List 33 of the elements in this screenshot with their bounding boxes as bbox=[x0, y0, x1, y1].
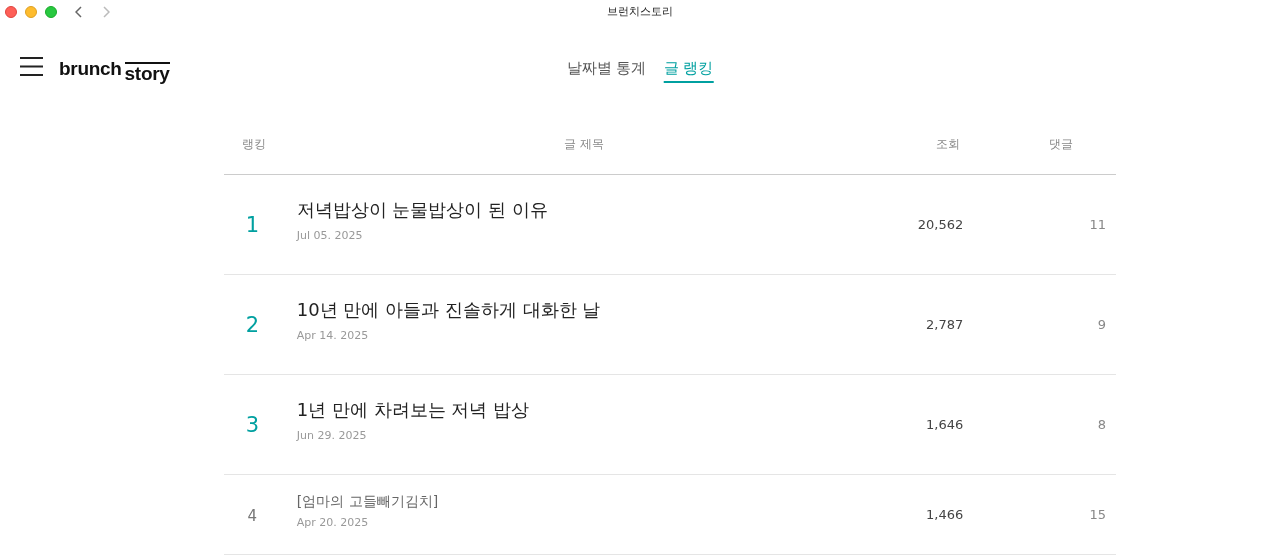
rank-number: 4 bbox=[246, 506, 259, 528]
comment-count: 8 bbox=[1096, 415, 1107, 434]
post-date: Apr 20. 2025 bbox=[296, 515, 370, 532]
back-icon[interactable] bbox=[75, 6, 83, 18]
maximize-window-button[interactable] bbox=[45, 6, 57, 18]
view-count: 20,562 bbox=[916, 215, 964, 234]
comment-count: 15 bbox=[1088, 505, 1107, 524]
post-date: Jun 29. 2025 bbox=[296, 428, 368, 445]
column-header: 랭킹 bbox=[241, 136, 267, 153]
view-count: 1,466 bbox=[925, 505, 964, 524]
column-header: 조회 bbox=[935, 136, 961, 153]
post-date: Apr 14. 2025 bbox=[296, 328, 370, 345]
rank-number: 1 bbox=[244, 211, 261, 239]
view-count: 2,787 bbox=[925, 315, 964, 334]
post-title[interactable]: 저녁밥상이 눈물밥상이 된 이유 bbox=[296, 196, 812, 224]
logo-text: story bbox=[124, 61, 170, 84]
post-title[interactable]: 1년 만에 차려보는 저녁 밥상 bbox=[296, 396, 812, 424]
window-title: 브런치스토리 bbox=[607, 4, 673, 20]
rank-number: 2 bbox=[244, 311, 261, 339]
comment-count: 9 bbox=[1096, 315, 1107, 334]
tab[interactable]: 날짜별 통계 bbox=[566, 57, 647, 83]
column-header: 글 제목 bbox=[563, 136, 605, 153]
column-header: 댓글 bbox=[1047, 136, 1074, 153]
logo-text: brunch bbox=[59, 57, 122, 81]
comment-count: 11 bbox=[1088, 215, 1107, 234]
post-date: Jul 05. 2025 bbox=[296, 228, 364, 245]
view-count: 1,646 bbox=[925, 415, 964, 434]
minimize-window-button[interactable] bbox=[25, 6, 37, 18]
rank-number: 3 bbox=[244, 411, 261, 439]
post-title[interactable]: [엄마의 고들빼기김치] bbox=[296, 491, 812, 513]
post-title[interactable]: 10년 만에 아들과 진솔하게 대화한 날 bbox=[296, 296, 812, 324]
close-window-button[interactable] bbox=[5, 6, 17, 18]
menu-icon[interactable] bbox=[20, 57, 43, 76]
